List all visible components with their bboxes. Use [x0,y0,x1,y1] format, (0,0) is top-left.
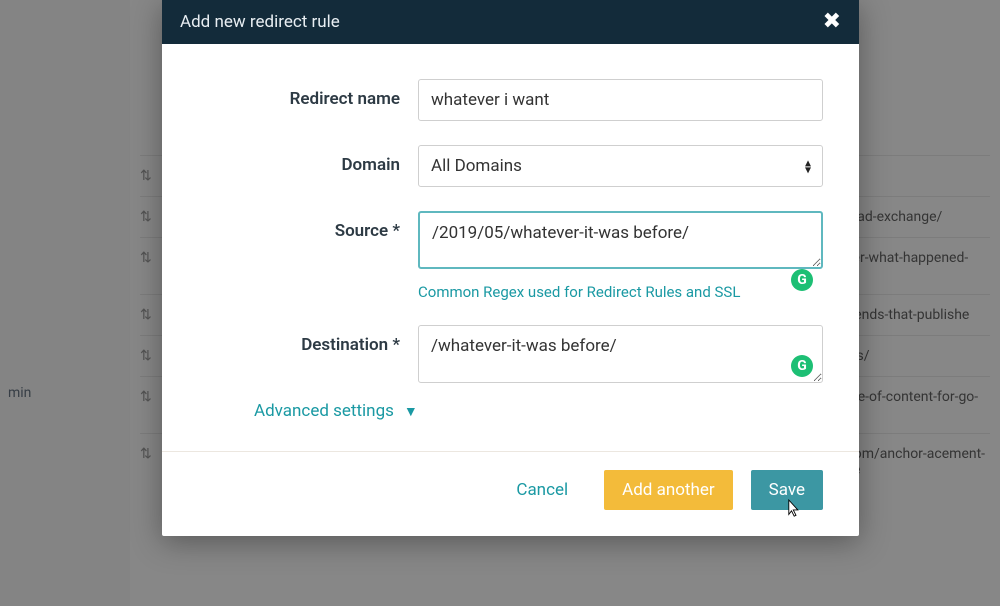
cursor-icon [783,498,801,520]
modal-body: Redirect name Domain All Domains ▴▾ Sour… [162,44,859,451]
regex-help-link[interactable]: Common Regex used for Redirect Rules and… [418,283,740,301]
redirect-name-row: Redirect name [198,79,823,121]
chevron-down-icon: ▼ [404,403,418,420]
redirect-rule-modal: Add new redirect rule ✖ Redirect name Do… [162,0,859,536]
modal-footer: Cancel Add another Save [162,451,859,536]
modal-title: Add new redirect rule [180,12,340,32]
close-icon[interactable]: ✖ [823,11,841,33]
source-input[interactable] [418,211,823,269]
advanced-settings-label: Advanced settings [254,401,394,421]
cancel-button[interactable]: Cancel [498,470,586,510]
destination-input[interactable] [418,325,823,383]
add-another-button[interactable]: Add another [604,470,733,510]
redirect-name-label: Redirect name [198,79,418,109]
grammarly-icon: G [791,269,813,291]
domain-select[interactable]: All Domains [418,145,823,187]
save-button-label: Save [769,480,805,500]
modal-header: Add new redirect rule ✖ [162,0,859,44]
domain-label: Domain [198,145,418,175]
destination-label: Destination * [198,325,418,355]
source-label: Source * [198,211,418,241]
source-row: Source * G Common Regex used for Redirec… [198,211,823,301]
redirect-name-input[interactable] [418,79,823,121]
destination-row: Destination * G [198,325,823,387]
domain-row: Domain All Domains ▴▾ [198,145,823,187]
advanced-settings-toggle[interactable]: Advanced settings ▼ [254,401,823,421]
save-button[interactable]: Save [751,470,823,510]
